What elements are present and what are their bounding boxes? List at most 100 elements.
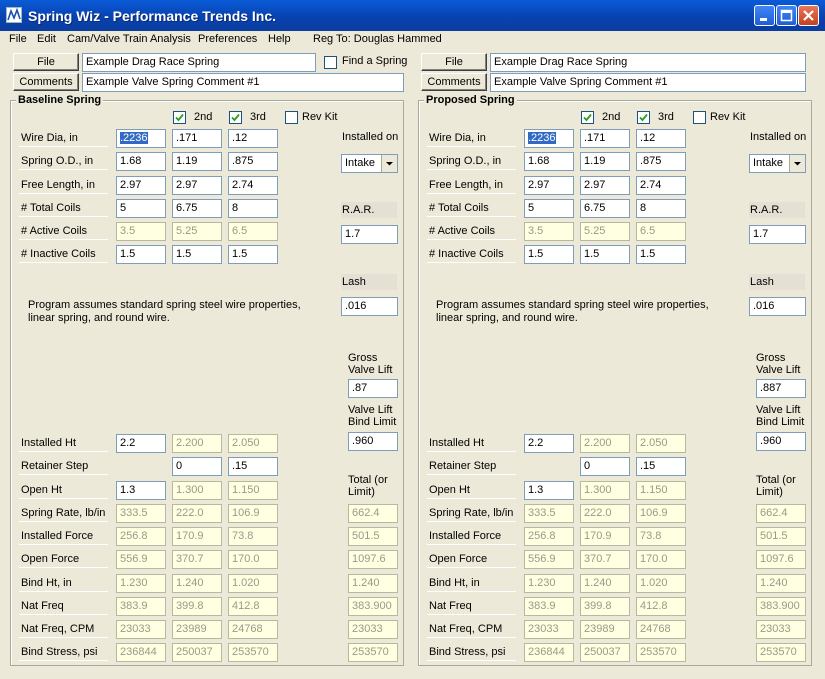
menu-cam-valve-train-analysis[interactable]: Cam/Valve Train Analysis xyxy=(67,33,191,45)
baseline-row-value[interactable]: 1.5 xyxy=(172,245,222,264)
proposed-rev-kit-checkbox[interactable] xyxy=(693,111,706,124)
baseline-row-value[interactable]: 1.5 xyxy=(228,245,278,264)
left-file-field[interactable]: Example Drag Race Spring xyxy=(82,53,316,72)
baseline-row-value[interactable]: 1.5 xyxy=(116,245,166,264)
proposed-row-value[interactable]: 1.5 xyxy=(524,245,574,264)
proposed-gross-lift-label-1: Gross xyxy=(756,352,786,364)
proposed-row-value[interactable]: .875 xyxy=(636,152,686,171)
proposed-installed-on-select[interactable]: Intake xyxy=(749,154,806,173)
proposed-retainer-step-value[interactable]: 0 xyxy=(580,457,630,476)
baseline-row-value[interactable]: .875 xyxy=(228,152,278,171)
title-bar[interactable]: Spring Wiz - Performance Trends Inc. xyxy=(0,0,825,31)
baseline-row-value[interactable]: 2.97 xyxy=(116,176,166,195)
baseline-result-value: 256.8 xyxy=(116,527,166,546)
baseline-installed-ht-value[interactable]: 2.2 xyxy=(116,434,166,453)
baseline-3rd-checkbox[interactable] xyxy=(229,111,242,124)
baseline-row-value[interactable]: 2.74 xyxy=(228,176,278,195)
proposed-result-value: 73.8 xyxy=(636,527,686,546)
right-comments-field[interactable]: Example Valve Spring Comment #1 xyxy=(490,73,806,92)
proposed-row-value[interactable]: 1.5 xyxy=(636,245,686,264)
proposed-gross-lift-field[interactable]: .887 xyxy=(756,379,806,398)
baseline-row-value[interactable]: 1.68 xyxy=(116,152,166,171)
proposed-open-ht-value[interactable]: 1.3 xyxy=(524,481,574,500)
chevron-down-icon[interactable] xyxy=(381,155,397,172)
baseline-panel-title: Baseline Spring xyxy=(16,94,104,106)
proposed-row-value[interactable]: 6.75 xyxy=(580,199,630,218)
proposed-result-total: 23033 xyxy=(756,620,806,639)
baseline-open-ht-value[interactable]: 1.3 xyxy=(116,481,166,500)
proposed-lash-field[interactable]: .016 xyxy=(749,297,806,316)
baseline-row-value[interactable]: .12 xyxy=(228,129,278,148)
proposed-result-total: 501.5 xyxy=(756,527,806,546)
proposed-row-value[interactable]: 1.68 xyxy=(524,152,574,171)
baseline-spring-panel: Baseline Spring 2nd 3rd Rev Kit Wire Dia, in… xyxy=(10,94,404,666)
baseline-row-value[interactable]: 8 xyxy=(228,199,278,218)
proposed-rev-kit-label: Rev Kit xyxy=(710,111,746,123)
minimize-button[interactable] xyxy=(754,5,775,26)
chevron-down-icon[interactable] xyxy=(789,155,805,172)
baseline-row-value: 5.25 xyxy=(172,222,222,241)
proposed-result-total: 1.240 xyxy=(756,574,806,593)
proposed-row-value[interactable]: .12 xyxy=(636,129,686,148)
proposed-installed-ht-value[interactable]: 2.2 xyxy=(524,434,574,453)
proposed-result-label: Bind Stress, psi xyxy=(427,644,516,661)
baseline-row-value[interactable]: 1.19 xyxy=(172,152,222,171)
find-spring-checkbox[interactable] xyxy=(324,56,337,69)
baseline-open-ht-value: 1.300 xyxy=(172,481,222,500)
baseline-installed-on-select[interactable]: Intake xyxy=(341,154,398,173)
menu-preferences[interactable]: Preferences xyxy=(198,33,257,45)
proposed-row-value[interactable]: 8 xyxy=(636,199,686,218)
baseline-row-label: # Inactive Coils xyxy=(19,246,108,263)
baseline-retainer-step-value[interactable]: 0 xyxy=(172,457,222,476)
right-file-field[interactable]: Example Drag Race Spring xyxy=(490,53,806,72)
proposed-open-ht-label: Open Ht xyxy=(427,482,516,499)
baseline-rar-field[interactable]: 1.7 xyxy=(341,225,398,244)
proposed-row-value[interactable]: 5 xyxy=(524,199,574,218)
baseline-lash-field[interactable]: .016 xyxy=(341,297,398,316)
proposed-3rd-checkbox[interactable] xyxy=(637,111,650,124)
baseline-result-label: Bind Stress, psi xyxy=(19,644,108,661)
proposed-2nd-checkbox[interactable] xyxy=(581,111,594,124)
baseline-retainer-step-value[interactable]: .15 xyxy=(228,457,278,476)
baseline-row-value[interactable]: .171 xyxy=(172,129,222,148)
baseline-result-value: 170.9 xyxy=(172,527,222,546)
baseline-row-value[interactable]: 2.97 xyxy=(172,176,222,195)
left-comments-field[interactable]: Example Valve Spring Comment #1 xyxy=(82,73,404,92)
menu-file[interactable]: File xyxy=(9,33,27,45)
baseline-bind-limit-field[interactable]: .960 xyxy=(348,432,398,451)
baseline-result-total: 383.900 xyxy=(348,597,398,616)
proposed-rar-field[interactable]: 1.7 xyxy=(749,225,806,244)
menu-edit[interactable]: Edit xyxy=(37,33,56,45)
right-file-button[interactable]: File xyxy=(421,53,487,71)
baseline-2nd-checkbox[interactable] xyxy=(173,111,186,124)
proposed-installed-on-value: Intake xyxy=(753,157,783,169)
right-comments-button[interactable]: Comments xyxy=(421,73,487,91)
proposed-row-value[interactable]: 1.19 xyxy=(580,152,630,171)
baseline-lash-label: Lash xyxy=(341,274,397,290)
baseline-row-label: Free Length, in xyxy=(19,177,108,194)
maximize-button[interactable] xyxy=(776,5,797,26)
baseline-result-value: 399.8 xyxy=(172,597,222,616)
baseline-row-value[interactable]: .2236 xyxy=(116,129,166,148)
baseline-installed-on-value: Intake xyxy=(345,157,375,169)
proposed-result-value: 253570 xyxy=(636,643,686,662)
proposed-row-value[interactable]: 2.74 xyxy=(636,176,686,195)
proposed-row-value[interactable]: 2.97 xyxy=(580,176,630,195)
proposed-row-value[interactable]: 2.97 xyxy=(524,176,574,195)
proposed-retainer-step-value[interactable]: .15 xyxy=(636,457,686,476)
baseline-rev-kit-checkbox[interactable] xyxy=(285,111,298,124)
proposed-row-value[interactable]: 1.5 xyxy=(580,245,630,264)
app-icon[interactable] xyxy=(6,7,22,23)
proposed-row-value[interactable]: .2236 xyxy=(524,129,574,148)
baseline-gross-lift-field[interactable]: .87 xyxy=(348,379,398,398)
menu-help[interactable]: Help xyxy=(268,33,291,45)
baseline-row-value[interactable]: 6.75 xyxy=(172,199,222,218)
close-button[interactable] xyxy=(798,5,819,26)
proposed-result-label: Bind Ht, in xyxy=(427,575,516,592)
proposed-result-label: Spring Rate, lb/in xyxy=(427,505,516,522)
proposed-row-value[interactable]: .171 xyxy=(580,129,630,148)
proposed-bind-limit-field[interactable]: .960 xyxy=(756,432,806,451)
left-comments-button[interactable]: Comments xyxy=(13,73,79,91)
baseline-row-value[interactable]: 5 xyxy=(116,199,166,218)
left-file-button[interactable]: File xyxy=(13,53,79,71)
